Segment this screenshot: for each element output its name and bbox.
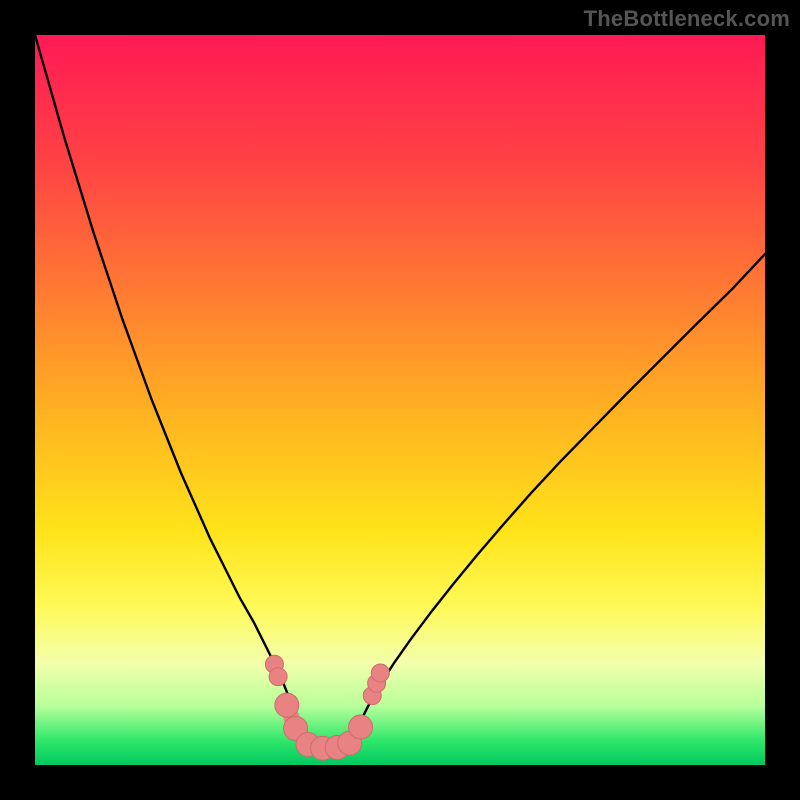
chart-frame: TheBottleneck.com (0, 0, 800, 800)
marker-dot (371, 664, 389, 682)
watermark-text: TheBottleneck.com (584, 6, 790, 32)
bottleneck-chart (35, 35, 765, 765)
marker-dot (349, 715, 373, 739)
marker-dot (275, 693, 299, 717)
marker-dot (269, 668, 287, 686)
